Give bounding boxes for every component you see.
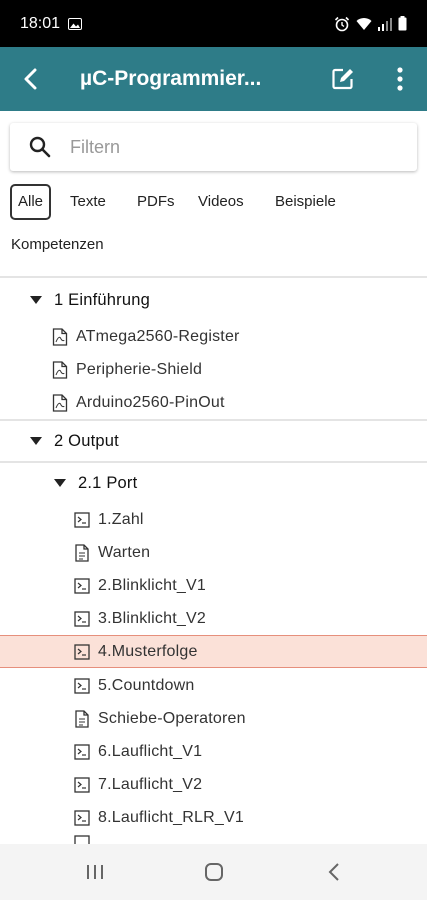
- tree-item-selected[interactable]: 4.Musterfolge: [0, 635, 427, 668]
- battery-icon: [398, 16, 407, 31]
- item-label: Arduino2560-PinOut: [76, 393, 225, 411]
- code-file-icon: [74, 511, 90, 528]
- overflow-menu-button[interactable]: [380, 47, 420, 111]
- expand-triangle-icon: [30, 296, 42, 304]
- tree-item[interactable]: Arduino2560-PinOut: [0, 386, 427, 419]
- wifi-icon: [356, 17, 372, 30]
- arrow-back-icon: [24, 68, 37, 90]
- item-label: Schiebe-Operatoren: [98, 709, 246, 727]
- item-label: Warten: [98, 543, 151, 561]
- pdf-document-icon: [52, 327, 68, 346]
- tree-item[interactable]: Warten: [0, 536, 427, 569]
- code-file-icon: [74, 677, 90, 694]
- code-file-icon: [74, 577, 90, 594]
- item-label: 7.Lauflicht_V2: [98, 775, 203, 793]
- tree-section-einfuehrung[interactable]: 1 Einführung: [0, 280, 427, 320]
- filter-chip-alle[interactable]: Alle: [10, 184, 52, 220]
- edit-button[interactable]: [323, 47, 363, 111]
- tree-item[interactable]: 1.Zahl: [0, 503, 427, 536]
- app-title: µC-Programmier...: [80, 67, 262, 90]
- code-file-icon: [74, 610, 90, 627]
- expand-triangle-icon: [30, 437, 42, 445]
- status-bar: 18:01: [0, 0, 427, 47]
- nav-back-icon: [328, 863, 339, 881]
- app-bar: µC-Programmier...: [0, 47, 427, 111]
- tree-section-output[interactable]: 2 Output: [0, 421, 427, 461]
- search-box[interactable]: [10, 123, 417, 171]
- tree-item[interactable]: 8.Lauflicht_RLR_V1: [0, 801, 427, 834]
- item-label: 6.Lauflicht_V1: [98, 742, 203, 760]
- gallery-notification-icon: [68, 17, 83, 30]
- alarm-icon: [334, 16, 350, 31]
- signal-icon: [378, 17, 392, 31]
- section-label: 1 Einführung: [54, 290, 150, 309]
- item-label: 8.Lauflicht_RLR_V1: [98, 808, 244, 826]
- item-label: 2.Blinklicht_V1: [98, 576, 206, 594]
- system-navigation-bar: [0, 844, 427, 900]
- tree-item[interactable]: 2.Blinklicht_V1: [0, 569, 427, 602]
- code-file-icon: [74, 835, 90, 844]
- code-file-icon: [74, 643, 90, 660]
- item-label: 3.Blinklicht_V2: [98, 609, 206, 627]
- tree-item[interactable]: 7.Lauflicht_V2: [0, 768, 427, 801]
- nav-back-button[interactable]: [304, 844, 364, 900]
- code-file-icon: [74, 776, 90, 793]
- tree-item[interactable]: Schiebe-Operatoren: [0, 702, 427, 735]
- text-document-icon: [75, 543, 89, 562]
- filter-chip-beispiele[interactable]: Beispiele: [275, 184, 336, 220]
- home-icon: [205, 863, 223, 881]
- subsection-label: 2.1 Port: [78, 473, 138, 492]
- item-label: ATmega2560-Register: [76, 327, 240, 345]
- edit-icon: [332, 68, 353, 90]
- tree-item[interactable]: 3.Blinklicht_V2: [0, 602, 427, 635]
- divider: [0, 276, 427, 278]
- item-label: Peripherie-Shield: [76, 360, 203, 378]
- back-button[interactable]: [0, 47, 60, 111]
- section-label: 2 Output: [54, 431, 119, 450]
- pdf-document-icon: [52, 393, 68, 412]
- tree-item[interactable]: ATmega2560-Register: [0, 320, 427, 353]
- search-icon: [10, 136, 70, 158]
- text-document-icon: [75, 709, 89, 728]
- status-time: 18:01: [20, 14, 61, 32]
- filter-chip-texte[interactable]: Texte: [70, 184, 106, 220]
- tree-subsection-port[interactable]: 2.1 Port: [0, 463, 427, 503]
- tree-item[interactable]: 6.Lauflicht_V1: [0, 735, 427, 768]
- tree-item-partial: [0, 834, 427, 844]
- home-button[interactable]: [184, 844, 244, 900]
- filter-chip-videos[interactable]: Videos: [198, 184, 244, 220]
- recent-apps-icon: [87, 865, 103, 879]
- code-file-icon: [74, 809, 90, 826]
- filter-chip-kompetenzen[interactable]: Kompetenzen: [11, 227, 104, 263]
- search-input[interactable]: [70, 136, 390, 158]
- tree-item[interactable]: 5.Countdown: [0, 669, 427, 702]
- code-file-icon: [74, 743, 90, 760]
- filter-chip-pdfs[interactable]: PDFs: [137, 184, 175, 220]
- item-label: 4.Musterfolge: [98, 642, 198, 660]
- tree-item[interactable]: Peripherie-Shield: [0, 353, 427, 386]
- more-vert-icon: [397, 67, 403, 91]
- item-label: 1.Zahl: [98, 510, 144, 528]
- expand-triangle-icon: [54, 479, 66, 487]
- item-label: 5.Countdown: [98, 676, 195, 694]
- pdf-document-icon: [52, 360, 68, 379]
- recent-apps-button[interactable]: [65, 844, 125, 900]
